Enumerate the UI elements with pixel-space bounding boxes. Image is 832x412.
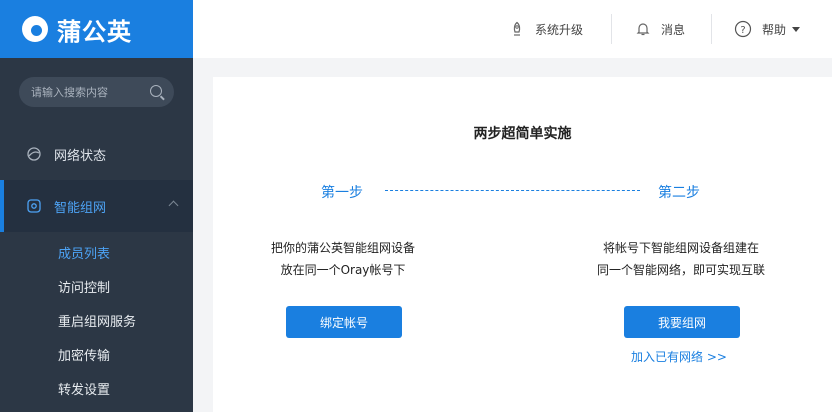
header-divider bbox=[711, 14, 712, 44]
help-icon: ? bbox=[734, 20, 752, 38]
help-label: 帮助 bbox=[762, 22, 787, 37]
rocket-icon bbox=[509, 21, 525, 37]
submenu-item-encryption[interactable]: 加密传输 bbox=[0, 340, 193, 374]
submenu-item-restart-service[interactable]: 重启组网服务 bbox=[0, 306, 193, 340]
logo-icon bbox=[22, 16, 48, 42]
step-two-description: 将帐号下智能组网设备组建在 同一个智能网络，即可实现互联 bbox=[561, 237, 801, 281]
system-upgrade-button[interactable]: 系统升级 bbox=[509, 0, 583, 58]
page-title: 两步超简单实施 bbox=[473, 126, 572, 142]
step-two-desc-line: 同一个智能网络，即可实现互联 bbox=[596, 263, 765, 277]
smart-network-icon bbox=[26, 198, 42, 214]
step-two-desc-line: 将帐号下智能组网设备组建在 bbox=[602, 241, 759, 255]
sidebar-item-network-status[interactable]: 网络状态 bbox=[0, 138, 193, 170]
create-network-button[interactable]: 我要组网 bbox=[624, 306, 740, 338]
bell-icon bbox=[635, 21, 651, 37]
step-connector bbox=[385, 190, 640, 191]
messages-button[interactable]: 消息 bbox=[635, 0, 685, 58]
sidebar-item-label: 智能组网 bbox=[54, 200, 107, 216]
caret-down-icon bbox=[792, 26, 801, 32]
submenu: 成员列表 访问控制 重启组网服务 加密传输 转发设置 bbox=[0, 238, 193, 408]
bind-account-button[interactable]: 绑定帐号 bbox=[286, 306, 402, 338]
help-menu-button[interactable]: ? 帮助 bbox=[734, 0, 801, 58]
submenu-item-members[interactable]: 成员列表 bbox=[0, 238, 193, 272]
setup-card: 两步超简单实施 第一步 第二步 把你的蒲公英智能组网设备 放在同一个Oray帐号… bbox=[213, 77, 832, 412]
svg-text:?: ? bbox=[740, 25, 745, 36]
sidebar: 蒲公英 网络状态 智能组网 成员列表 访问控制 重启组网服务 加密传输 转发设置 bbox=[0, 0, 193, 412]
step-one-desc-line: 放在同一个Oray帐号下 bbox=[280, 263, 406, 277]
step-one-label: 第一步 bbox=[321, 185, 363, 201]
messages-label: 消息 bbox=[661, 22, 686, 37]
header-divider bbox=[611, 14, 612, 44]
top-header: 系统升级 消息 ? 帮助 bbox=[193, 0, 832, 58]
submenu-item-forwarding[interactable]: 转发设置 bbox=[0, 374, 193, 408]
search-icon[interactable] bbox=[150, 85, 162, 97]
search-input[interactable] bbox=[31, 85, 146, 99]
join-existing-network-link[interactable]: 加入已有网络 >> bbox=[631, 348, 727, 365]
step-two-label: 第二步 bbox=[658, 185, 700, 201]
network-status-icon bbox=[26, 146, 42, 162]
logo-text: 蒲公英 bbox=[57, 17, 132, 46]
chevron-up-icon[interactable] bbox=[168, 200, 179, 211]
logo[interactable]: 蒲公英 bbox=[0, 0, 193, 58]
submenu-item-access-control[interactable]: 访问控制 bbox=[0, 272, 193, 306]
search-box bbox=[19, 77, 174, 107]
system-upgrade-label: 系统升级 bbox=[535, 22, 584, 37]
sidebar-item-smart-network[interactable]: 智能组网 bbox=[0, 180, 193, 232]
sidebar-item-label: 网络状态 bbox=[54, 148, 107, 164]
step-one-desc-line: 把你的蒲公英智能组网设备 bbox=[270, 241, 415, 255]
step-one-description: 把你的蒲公英智能组网设备 放在同一个Oray帐号下 bbox=[223, 237, 463, 281]
